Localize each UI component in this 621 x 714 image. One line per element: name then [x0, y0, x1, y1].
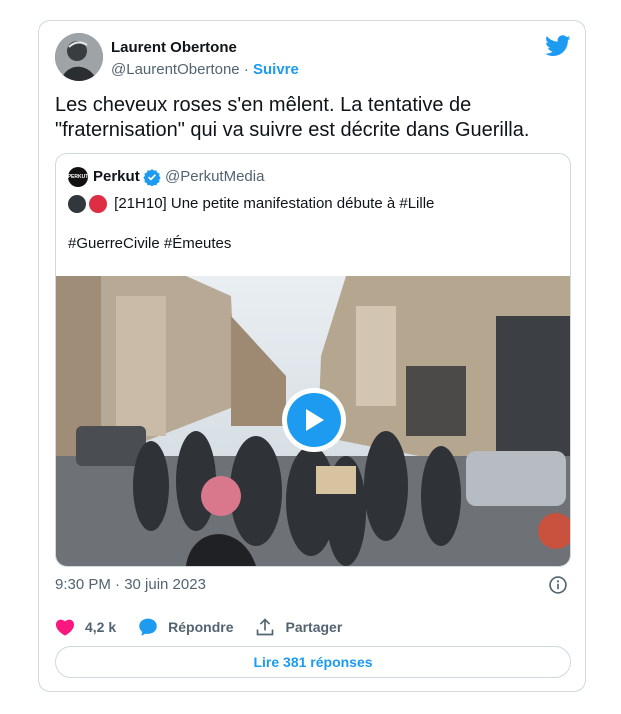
heart-icon	[55, 619, 75, 636]
black-circle-emoji	[68, 195, 86, 213]
like-count: 4,2 k	[85, 619, 117, 635]
tweet-card: Laurent Obertone @LaurentObertone · Suiv…	[38, 20, 586, 692]
info-icon[interactable]	[548, 575, 568, 595]
tweet-text: Les cheveux roses s'en mêlent. La tentat…	[55, 93, 565, 143]
handle-separator: ·	[239, 61, 253, 78]
share-icon	[257, 618, 274, 636]
tweet-text-line-2: "fraternisation" qui va suivre est décri…	[55, 119, 530, 141]
share-button[interactable]: Partager	[255, 617, 342, 637]
reply-button[interactable]: Répondre	[138, 617, 233, 637]
quoted-text-hashtags[interactable]: #GuerreCivile #Émeutes	[68, 234, 231, 254]
read-replies-button[interactable]: Lire 381 réponses	[55, 646, 571, 678]
quoted-text-line-1: [21H10] Une petite manifestation débute …	[68, 194, 434, 214]
quoted-text-line-1-content: [21H10] Une petite manifestation débute …	[114, 195, 435, 212]
play-button[interactable]	[282, 388, 346, 452]
share-label: Partager	[285, 619, 343, 635]
author-avatar[interactable]	[55, 33, 103, 81]
verified-badge-icon	[143, 169, 161, 186]
author-handle-row: @LaurentObertone · Suivre	[111, 61, 299, 78]
author-name[interactable]: Laurent Obertone	[111, 39, 237, 56]
quoted-author-handle[interactable]: @PerkutMedia	[165, 168, 264, 185]
follow-button[interactable]: Suivre	[253, 61, 299, 78]
reply-label: Répondre	[168, 619, 234, 635]
reply-bubble-icon	[139, 618, 157, 636]
video-thumbnail[interactable]	[56, 276, 570, 566]
quoted-author-avatar[interactable]: PERKUT	[68, 167, 88, 187]
tweet-actions: 4,2 k Répondre Partager	[55, 615, 364, 639]
red-circle-emoji	[89, 195, 107, 213]
tweet-text-line-1: Les cheveux roses s'en mêlent. La tentat…	[55, 94, 472, 116]
quoted-tweet[interactable]: PERKUT Perkut @PerkutMedia [21H10] Une p…	[55, 153, 571, 567]
twitter-bird-icon[interactable]	[545, 35, 571, 57]
tweet-timestamp[interactable]: 9:30 PM · 30 juin 2023	[55, 576, 206, 593]
author-handle[interactable]: @LaurentObertone	[111, 61, 240, 78]
like-button[interactable]: 4,2 k	[55, 618, 116, 636]
quoted-author-name[interactable]: Perkut	[93, 168, 140, 185]
play-icon	[306, 409, 324, 431]
